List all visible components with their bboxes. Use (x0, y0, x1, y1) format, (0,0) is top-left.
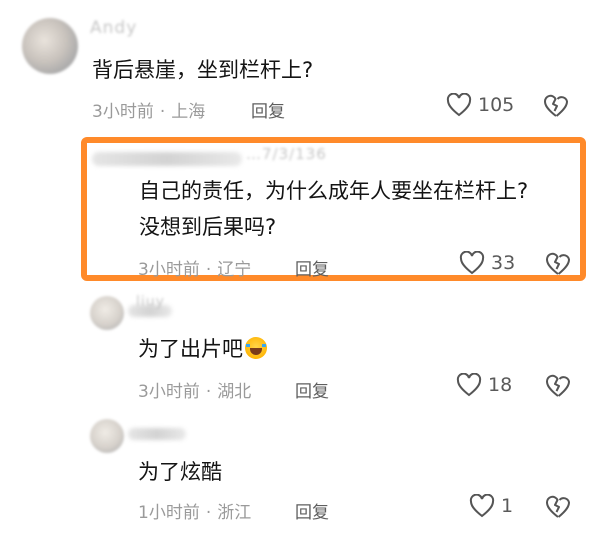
comment-meta: 3小时前 · 湖北 (138, 377, 251, 402)
comment-location: 上海 (171, 102, 206, 122)
dislike-button[interactable] (544, 374, 572, 402)
rolling-laughing-emoji-icon (245, 337, 267, 359)
reply-button[interactable]: 回复 (251, 97, 285, 122)
dislike-button[interactable] (542, 94, 570, 122)
comment-text: 为了炫酷 (138, 455, 222, 489)
comment-text-line: 为了炫酷 (138, 460, 222, 484)
comment-text: 为了出片吧 (138, 332, 267, 366)
comment-meta: 1小时前 · 浙江 (138, 498, 251, 523)
like-button[interactable]: 105 (446, 93, 514, 117)
broken-heart-icon (546, 374, 571, 397)
comment-text: 背后悬崖，坐到栏杆上? (92, 53, 313, 87)
reply-button[interactable]: 回复 (295, 498, 329, 523)
broken-heart-icon (544, 94, 569, 117)
dislike-button[interactable] (544, 495, 572, 523)
broken-heart-icon (546, 252, 571, 275)
heart-outline-icon (446, 93, 472, 117)
like-count: 33 (491, 252, 516, 274)
avatar[interactable] (90, 419, 124, 453)
like-button[interactable]: 18 (456, 373, 512, 397)
comment-text-line: 没想到后果吗? (139, 215, 277, 239)
comment-location: 湖北 (217, 382, 252, 402)
like-count: 105 (478, 94, 515, 116)
like-count: 18 (488, 374, 513, 396)
reply-button[interactable]: 回复 (295, 255, 329, 280)
broken-heart-icon (546, 495, 571, 518)
heart-outline-icon (456, 373, 482, 397)
comment-time: 3小时前 (138, 260, 200, 280)
like-button[interactable]: 1 (469, 494, 513, 518)
comment-text-line: 为了出片吧 (138, 337, 243, 361)
username-mask (128, 428, 186, 440)
comment-username[interactable]: …7/3/136 (246, 145, 327, 163)
comment-meta: 3小时前 · 上海 (92, 97, 205, 122)
comment-location: 浙江 (217, 503, 252, 523)
avatar[interactable] (90, 296, 124, 330)
meta-separator: · (205, 382, 212, 402)
comment-username[interactable]: Andy (90, 18, 137, 38)
comment-username[interactable]: liuy (136, 294, 165, 310)
meta-separator: · (205, 260, 212, 280)
meta-separator: · (205, 503, 212, 523)
heart-outline-icon (469, 494, 495, 518)
comment-time: 3小时前 (138, 382, 200, 402)
username-mask (92, 152, 242, 166)
reply-button[interactable]: 回复 (295, 377, 329, 402)
comment-text-line: 自己的责任，为什么成年人要坐在栏杆上? (139, 179, 529, 203)
like-count: 1 (501, 495, 514, 517)
comment-text: 自己的责任，为什么成年人要坐在栏杆上? 没想到后果吗? (139, 173, 528, 245)
comment-location: 辽宁 (217, 260, 252, 280)
avatar[interactable] (22, 18, 78, 74)
comment-text-line: 背后悬崖，坐到栏杆上? (92, 58, 314, 82)
like-button[interactable]: 33 (459, 251, 515, 275)
comment-time: 3小时前 (92, 102, 154, 122)
dislike-button[interactable] (544, 252, 572, 280)
meta-separator: · (159, 102, 166, 122)
comment-time: 1小时前 (138, 503, 200, 523)
heart-outline-icon (459, 251, 485, 275)
comment-meta: 3小时前 · 辽宁 (138, 255, 251, 280)
